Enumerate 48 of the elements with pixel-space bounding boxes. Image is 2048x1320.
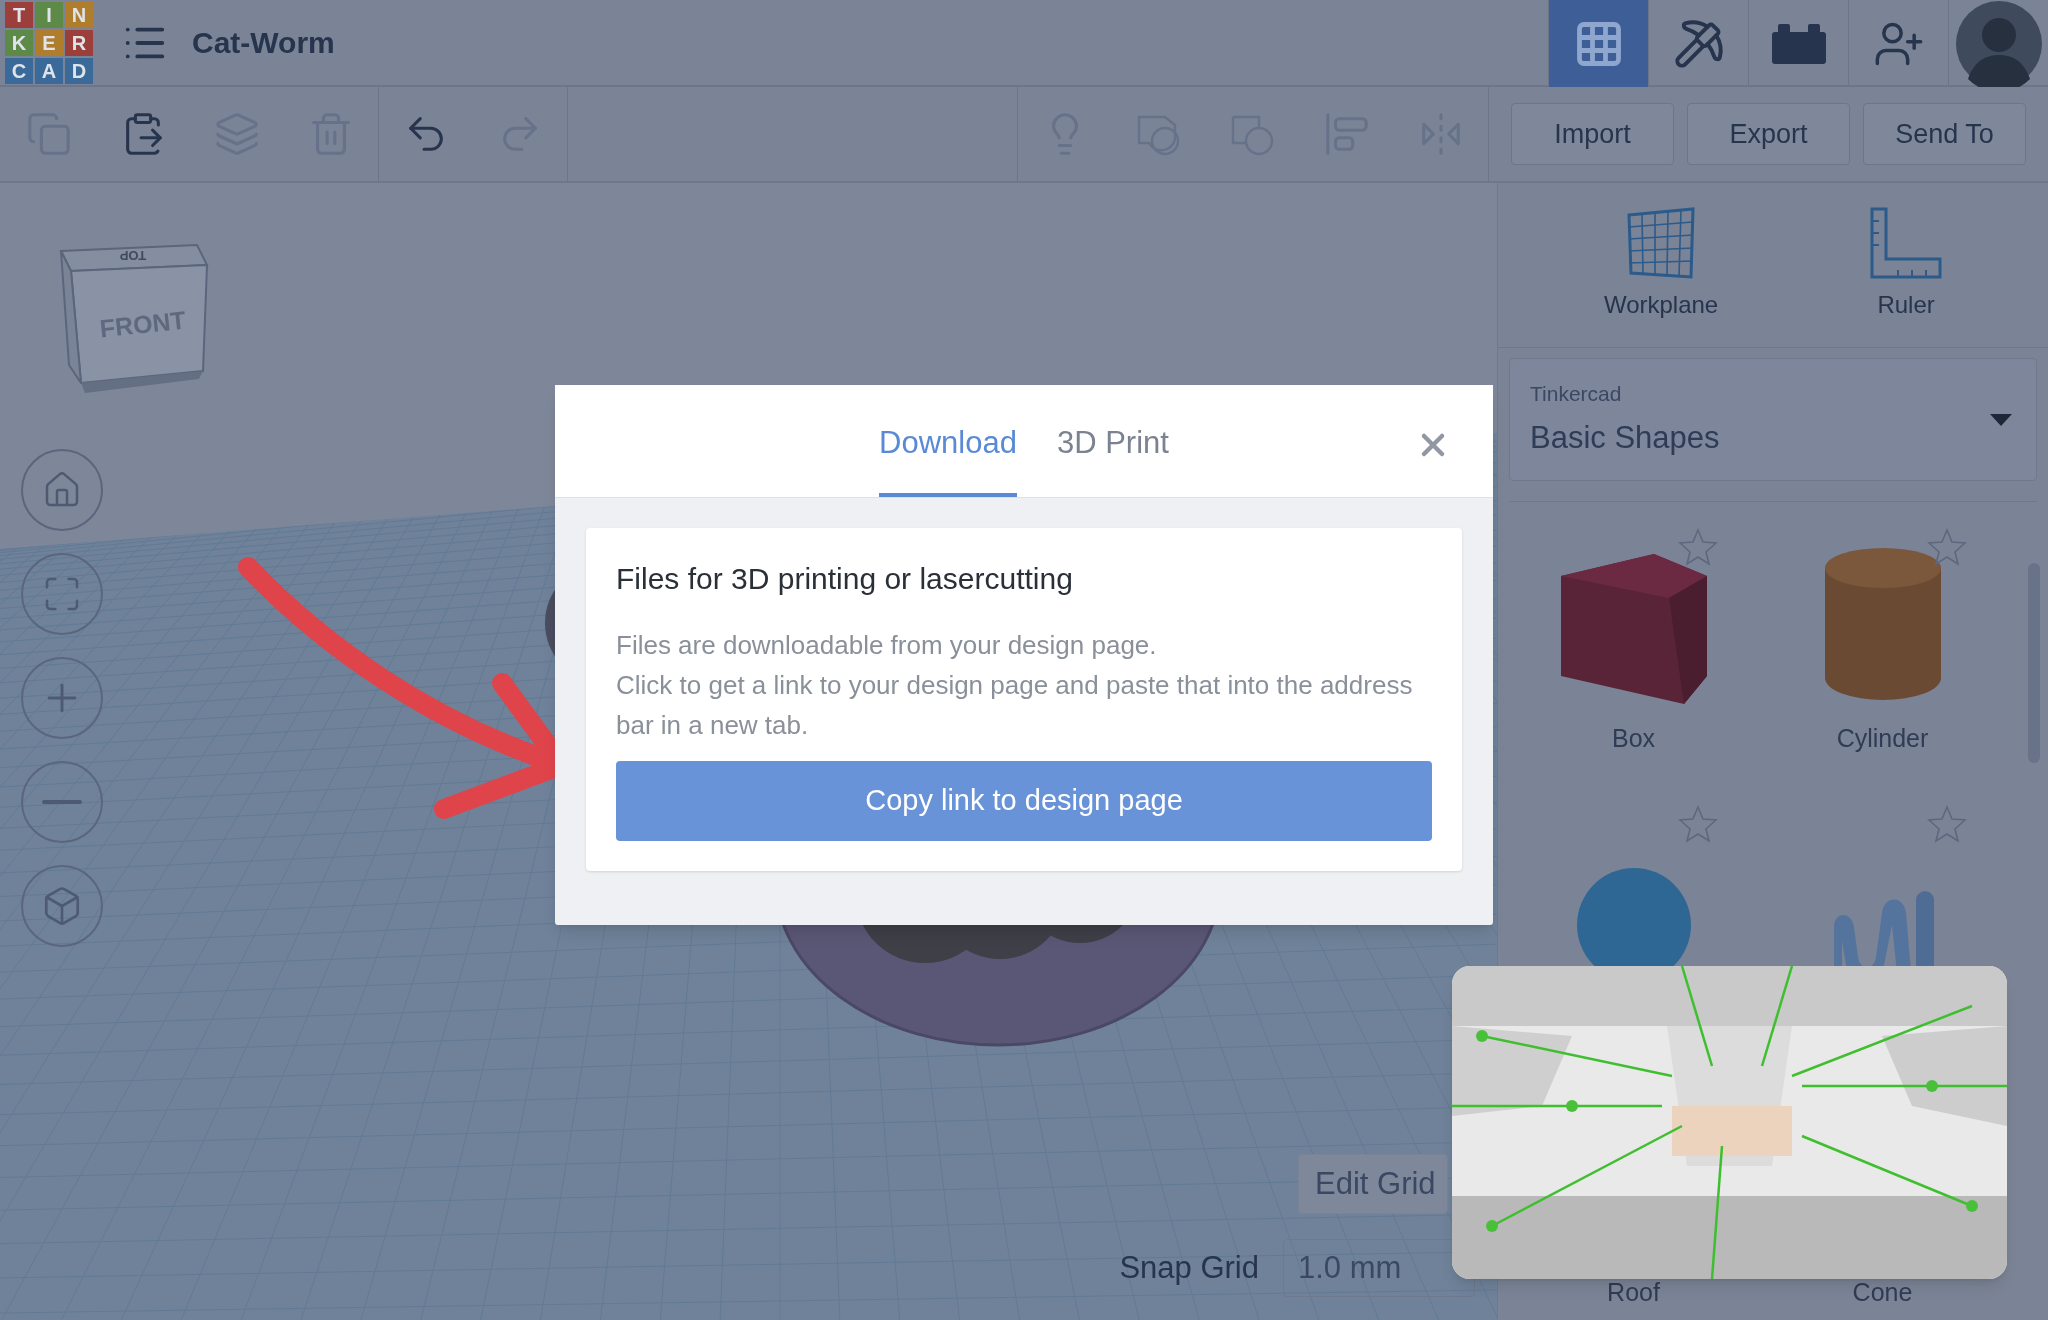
view-control-button[interactable]	[21, 865, 103, 947]
panel-tool-button[interactable]: Workplane	[1603, 207, 1719, 323]
logo-letter: E	[34, 28, 64, 57]
edit-grid-button[interactable]: Edit Grid	[1298, 1154, 1448, 1214]
workplane-icon	[1627, 207, 1696, 279]
zoom-out-icon	[42, 800, 82, 804]
view-control-button[interactable]	[21, 553, 103, 635]
action-button[interactable]: Import	[1511, 103, 1674, 165]
brick-icon	[1771, 23, 1826, 64]
card-description: Files are downloadable from your design page. Click to get a link to your design page and paste that into the address bar in a new tab.	[616, 629, 1414, 742]
favorite-star-icon[interactable]	[1927, 805, 1967, 843]
shape-label: Cylinder	[1836, 724, 1929, 752]
action-button[interactable]: Send To	[1863, 103, 2026, 165]
design-title: Cat-Worm	[192, 25, 335, 61]
favorite-star-icon[interactable]	[1927, 528, 1967, 566]
logo-letter: C	[4, 56, 34, 85]
library-label: Tinkercad	[1530, 380, 1623, 407]
view-control-button[interactable]	[21, 657, 103, 739]
view-control-button[interactable]	[21, 761, 103, 843]
library-dropdown[interactable]: Tinkercad Basic Shapes	[1509, 358, 2037, 481]
cube-top-label: TOP	[119, 248, 147, 263]
panel-tool-button[interactable]: Ruler	[1870, 207, 1943, 323]
caret-icon	[1990, 413, 2012, 426]
nav-button[interactable]	[1548, 0, 1648, 87]
copy-link-button[interactable]: Copy link to design page	[616, 761, 1432, 841]
shape-label: Cone	[1852, 1278, 1913, 1306]
logo-letter: A	[34, 56, 64, 85]
ruler-icon	[1870, 207, 1943, 279]
action-button[interactable]: Export	[1687, 103, 1850, 165]
logo-letter: K	[4, 28, 34, 57]
logo-letter: T	[4, 0, 34, 29]
snap-grid-label: Snap Grid	[1119, 1248, 1259, 1287]
avatar-icon	[1955, 0, 2042, 87]
shape-label: Roof	[1607, 1278, 1660, 1306]
library-value: Basic Shapes	[1530, 419, 1720, 457]
shape-label: Box	[1611, 724, 1656, 752]
logo-letter: D	[64, 56, 94, 85]
card-title: Files for 3D printing or lasercutting	[616, 561, 1074, 597]
dialog-tab[interactable]: Download	[879, 384, 1017, 497]
logo-letter: N	[64, 0, 94, 29]
favorite-star-icon[interactable]	[1678, 805, 1718, 843]
view-cube[interactable]	[59, 243, 209, 393]
favorite-star-icon[interactable]	[1678, 528, 1718, 566]
logo-letter: I	[34, 0, 64, 29]
view-control-button[interactable]	[21, 449, 103, 531]
pickaxe-icon	[1672, 17, 1725, 70]
dialog-tab[interactable]: 3D Print	[1056, 384, 1169, 497]
logo-letter: R	[64, 28, 94, 57]
